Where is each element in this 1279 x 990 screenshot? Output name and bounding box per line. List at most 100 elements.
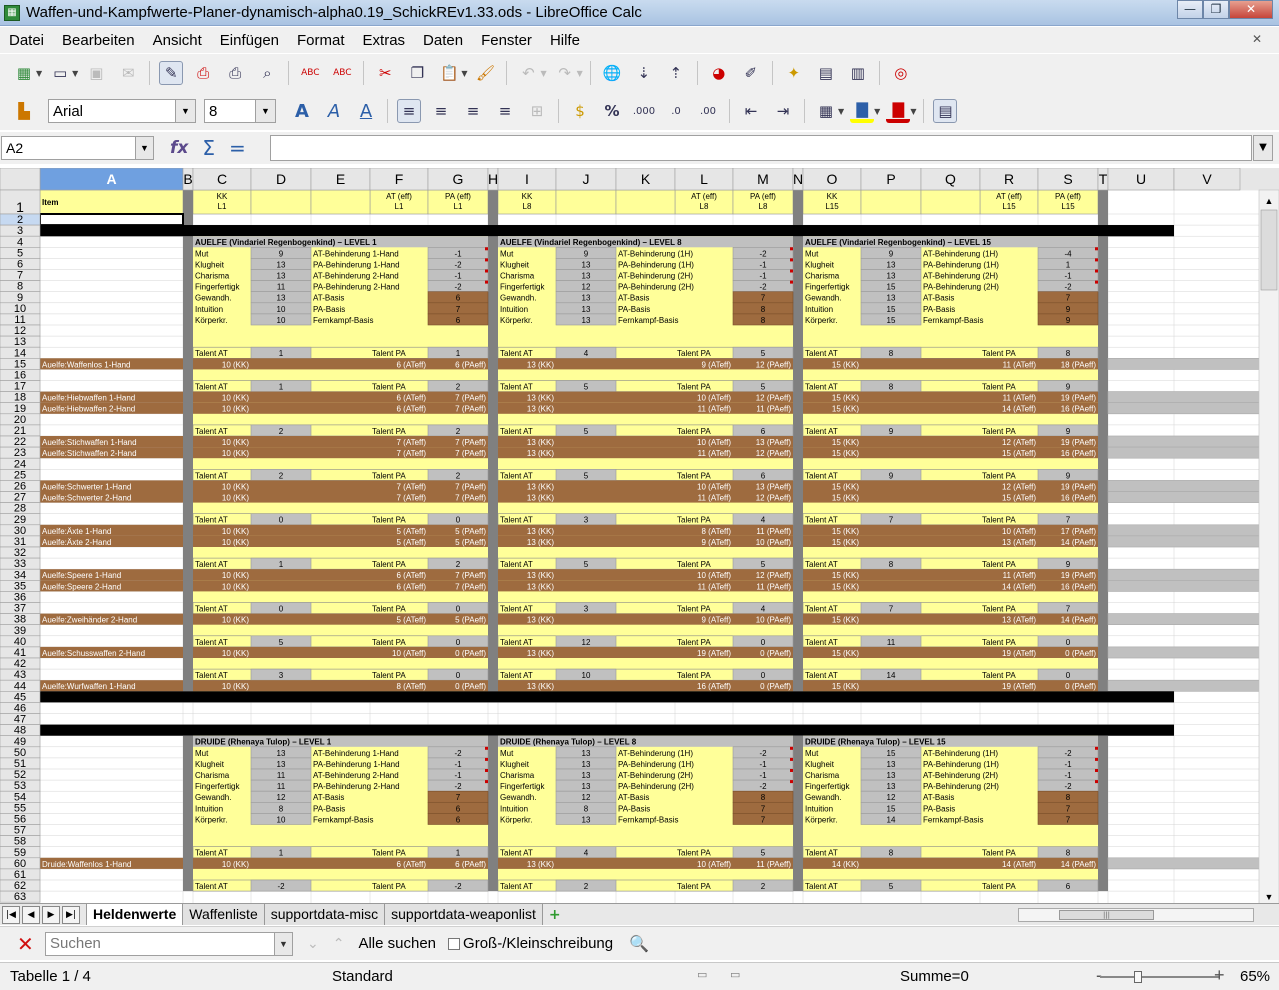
hyperlink-icon[interactable]: 🌐	[600, 61, 624, 85]
clone-formatting-icon[interactable]: 🖌	[473, 61, 497, 85]
italic-icon[interactable]: A	[322, 99, 346, 123]
gallery-icon[interactable]: ▤	[814, 61, 838, 85]
number-format-icon[interactable]: .000	[632, 99, 656, 123]
menu-6[interactable]: Daten	[414, 32, 472, 49]
select-all-corner[interactable]	[0, 168, 41, 191]
sort-descending-icon[interactable]: ⇡	[664, 61, 688, 85]
close-document-icon[interactable]: ✕	[1243, 32, 1271, 46]
expand-formula-bar-icon[interactable]: ▼	[1253, 135, 1273, 161]
prev-sheet-icon[interactable]: ◀	[22, 905, 40, 924]
chart-icon[interactable]: ◕	[707, 61, 731, 85]
data-sources-icon[interactable]: ▥	[846, 61, 870, 85]
menu-7[interactable]: Fenster	[472, 32, 541, 49]
header-empty-cell[interactable]	[615, 189, 676, 215]
find-next-icon[interactable]: ⌄	[307, 936, 319, 952]
last-sheet-icon[interactable]: ▶|	[62, 905, 80, 924]
find-dropdown-icon[interactable]: ▼	[274, 932, 292, 955]
autospellcheck-icon[interactable]: ABC	[330, 61, 354, 85]
bold-icon[interactable]: A	[290, 99, 314, 123]
block-separator[interactable]	[488, 735, 498, 892]
block-separator[interactable]	[183, 236, 193, 692]
zoom-slider[interactable]	[1100, 971, 1220, 983]
decrease-indent-icon[interactable]: ⇤	[739, 99, 763, 123]
header-empty-cell[interactable]	[310, 189, 371, 215]
underline-icon[interactable]: A	[354, 99, 378, 123]
save-icon[interactable]: ▣	[84, 61, 108, 85]
close-window-button[interactable]: ✕	[1229, 0, 1273, 19]
formula-icon[interactable]: =	[229, 136, 246, 160]
new-document-icon[interactable]: ▦	[12, 61, 36, 85]
header-empty-cell[interactable]	[860, 189, 922, 215]
block-separator[interactable]	[1098, 236, 1108, 692]
menu-0[interactable]: Datei	[0, 32, 53, 49]
vertical-scroll-thumb[interactable]	[1260, 209, 1278, 291]
sheet-tab-0[interactable]: Heldenwerte	[86, 904, 184, 925]
item-extra-cell[interactable]	[1107, 568, 1279, 581]
item-extra-cell[interactable]	[1107, 402, 1279, 415]
sidebar-toggle-icon[interactable]: ▤	[933, 99, 958, 123]
undo-dropdown-icon[interactable]: ▼	[540, 69, 546, 78]
export-pdf-icon[interactable]: ⎙	[191, 61, 215, 85]
cut-icon[interactable]: ✂	[373, 61, 397, 85]
block-separator[interactable]	[793, 735, 803, 892]
align-right-icon[interactable]: ≡	[461, 99, 485, 123]
item-extra-cell[interactable]	[1107, 679, 1279, 692]
background-dropdown-icon[interactable]: ▼	[874, 107, 880, 116]
match-case-checkbox[interactable]	[448, 937, 461, 950]
next-sheet-icon[interactable]: ▶	[42, 905, 60, 924]
menu-3[interactable]: Einfügen	[211, 32, 288, 49]
merge-cells-icon[interactable]: ⊞	[525, 99, 549, 123]
item-extra-cell[interactable]	[1107, 524, 1279, 537]
block-separator[interactable]	[183, 735, 193, 892]
menu-1[interactable]: Bearbeiten	[53, 32, 144, 49]
percent-icon[interactable]: %	[600, 99, 624, 123]
header-item-cell[interactable]	[39, 189, 184, 215]
sheet-tab-1[interactable]: Waffenliste	[183, 904, 265, 925]
spellcheck-icon[interactable]: ABC	[298, 61, 322, 85]
name-box-dropdown-icon[interactable]: ▼	[135, 137, 153, 159]
borders-dropdown-icon[interactable]: ▼	[838, 107, 844, 116]
sort-ascending-icon[interactable]: ⇣	[632, 61, 656, 85]
spreadsheet-grid[interactable]: Item KK L1 KK L8 KK L15 AT (eff) L1 AT (eff) L8 AT …	[0, 168, 1279, 905]
font-size-dropdown-icon[interactable]: ▼	[255, 100, 275, 122]
item-extra-cell[interactable]	[1107, 358, 1279, 370]
item-extra-cell[interactable]	[1107, 446, 1279, 459]
open-dropdown-icon[interactable]: ▼	[72, 69, 78, 78]
new-dropdown-icon[interactable]: ▼	[36, 69, 42, 78]
sheet-tab-3[interactable]: supportdata-weaponlist	[385, 904, 543, 925]
font-size-box[interactable]: 8 ▼	[204, 99, 276, 123]
print-preview-icon[interactable]: ⌕	[255, 61, 279, 85]
formula-input[interactable]	[270, 135, 1252, 161]
maximize-button[interactable]: ❐	[1203, 0, 1229, 19]
help-icon[interactable]: ◎	[889, 61, 913, 85]
minimize-button[interactable]: —	[1177, 0, 1203, 19]
undo-icon[interactable]: ↶	[516, 61, 540, 85]
navigator-icon[interactable]: ✦	[782, 61, 806, 85]
zoom-slider-knob[interactable]	[1134, 971, 1142, 983]
redo-dropdown-icon[interactable]: ▼	[577, 69, 583, 78]
menu-4[interactable]: Format	[288, 32, 354, 49]
add-sheet-icon[interactable]: +	[549, 907, 567, 923]
sum-icon[interactable]: Σ	[202, 136, 215, 160]
menu-2[interactable]: Ansicht	[144, 32, 211, 49]
borders-icon[interactable]: ▦	[814, 99, 838, 123]
vertical-scrollbar[interactable]	[1258, 189, 1279, 905]
section-black-bar[interactable]	[40, 225, 1174, 237]
cell-grid-canvas[interactable]: ItemKKL1KKL8KKL15AT (eff)L1AT (eff)L8AT …	[0, 168, 1279, 905]
horizontal-scrollbar[interactable]: |||	[1018, 908, 1254, 922]
page-style[interactable]: Standard	[332, 968, 393, 985]
selected-cell-A2[interactable]	[39, 213, 184, 227]
section-end-bar[interactable]	[40, 691, 1174, 703]
item-extra-cell[interactable]	[1107, 391, 1279, 404]
edit-mode-icon[interactable]: ✎	[159, 61, 184, 85]
draw-functions-icon[interactable]: ✐	[739, 61, 763, 85]
name-box[interactable]: A2 ▼	[1, 136, 154, 160]
find-input[interactable]: Suchen ▼	[45, 931, 293, 956]
find-all-button[interactable]: Alle suchen	[358, 935, 436, 952]
align-center-icon[interactable]: ≡	[429, 99, 453, 123]
item-extra-cell[interactable]	[1107, 535, 1279, 548]
add-decimal-icon[interactable]: .0	[664, 99, 688, 123]
font-color-dropdown-icon[interactable]: ▼	[910, 107, 916, 116]
currency-icon[interactable]: $	[568, 99, 592, 123]
font-name-dropdown-icon[interactable]: ▼	[175, 100, 195, 122]
